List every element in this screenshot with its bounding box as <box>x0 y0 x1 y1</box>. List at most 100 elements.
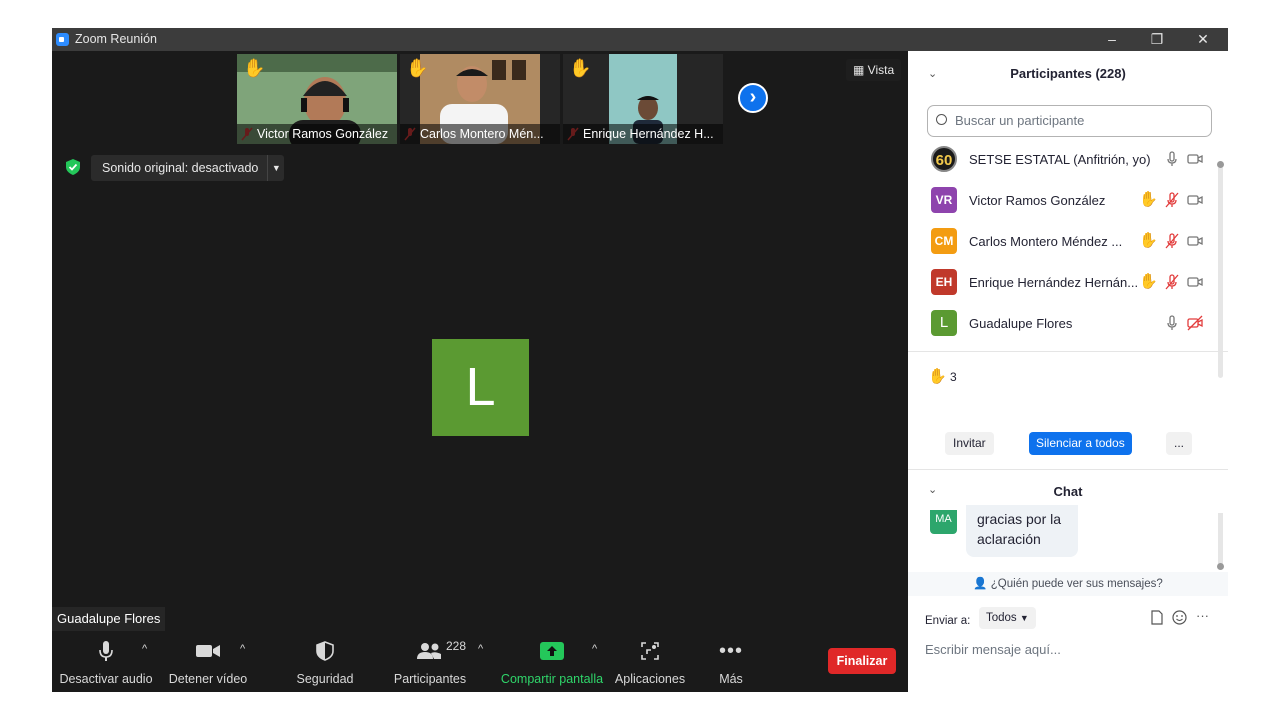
apps-label: Aplicaciones <box>614 672 686 686</box>
ellipsis-icon: ••• <box>718 639 743 662</box>
stop-video-button[interactable]: Detener vídeo <box>164 636 252 692</box>
thumbnail-name: Enrique Hernández H... <box>563 124 723 144</box>
original-sound-dropdown[interactable]: Sonido original: desactivado ▼ <box>91 155 285 181</box>
share-screen-icon <box>540 642 564 660</box>
file-icon[interactable] <box>1150 610 1164 625</box>
participants-caret-icon[interactable]: ^ <box>478 643 483 655</box>
participant-name: Victor Ramos González <box>969 193 1106 208</box>
participants-icon <box>417 643 441 659</box>
chat-scrollbar[interactable] <box>1217 513 1224 570</box>
security-shield-icon <box>316 641 334 661</box>
more-label: Más <box>719 672 743 686</box>
message-visibility-link[interactable]: 👤 ¿Quién puede ver sus mensajes? <box>908 572 1228 596</box>
participant-row[interactable]: EH Enrique Hernández Hernán... ✋ <box>908 262 1218 303</box>
participants-count: 228 <box>446 639 467 653</box>
video-thumbnail[interactable]: ✋ Carlos Montero Mén... <box>400 54 560 144</box>
participant-search-input[interactable]: Buscar un participante <box>927 105 1212 137</box>
original-sound-label[interactable]: Sonido original: desactivado <box>91 155 267 181</box>
raised-hand-icon: ✋ <box>406 58 429 78</box>
participant-name: Enrique Hernández Hernán... <box>969 275 1139 290</box>
next-page-arrow-button[interactable]: › <box>738 83 768 113</box>
more-options-button[interactable]: ... <box>1166 432 1193 455</box>
microphone-icon[interactable] <box>1164 315 1180 331</box>
video-camera-icon <box>196 645 220 657</box>
raised-hands-summary: ✋ 3 <box>928 367 957 385</box>
active-speaker-avatar: L <box>432 339 529 436</box>
muted-mic-icon[interactable] <box>1164 192 1180 208</box>
search-icon <box>936 114 947 125</box>
message-sender-avatar: MA <box>930 510 957 534</box>
participants-scrollbar[interactable] <box>1217 161 1224 378</box>
participant-row[interactable]: CM Carlos Montero Méndez ... ✋ <box>908 221 1218 262</box>
mute-all-button[interactable]: Silenciar a todos <box>1029 432 1132 455</box>
raised-hand-icon: ✋ <box>1139 191 1158 208</box>
microphone-icon[interactable] <box>1164 151 1180 167</box>
view-label: Vista <box>867 63 895 77</box>
participant-row[interactable]: L Guadalupe Flores <box>908 303 1218 344</box>
video-camera-icon[interactable] <box>1187 233 1203 249</box>
emoji-icon[interactable] <box>1172 610 1187 625</box>
window-title: Zoom Reunión <box>75 32 157 46</box>
apps-button[interactable]: Aplicaciones <box>612 636 688 692</box>
share-options-caret-icon[interactable]: ^ <box>592 643 597 655</box>
muted-mic-icon[interactable] <box>1164 233 1180 249</box>
microphone-icon <box>99 641 113 661</box>
more-button[interactable]: ••• Más <box>708 636 754 692</box>
participants-button[interactable]: 228 Participantes <box>390 636 470 692</box>
muted-mic-icon[interactable] <box>1164 274 1180 290</box>
mute-button[interactable]: Desactivar audio <box>58 636 154 692</box>
chevron-down-icon: ▼ <box>1019 613 1029 623</box>
maximize-button[interactable]: ❐ <box>1134 28 1180 51</box>
side-panel: ⌄ Participantes (228) Buscar un particip… <box>908 51 1228 692</box>
invite-button[interactable]: Invitar <box>945 432 994 455</box>
title-bar: Zoom Reunión – ❐ ✕ <box>52 28 1228 51</box>
video-thumbnail[interactable]: ✋ Victor Ramos González <box>237 54 397 144</box>
chat-title: Chat <box>1053 484 1083 499</box>
encryption-shield-icon[interactable] <box>66 159 80 175</box>
participant-name: Guadalupe Flores <box>969 316 1073 331</box>
raised-hand-icon: ✋ <box>928 368 947 385</box>
video-camera-icon[interactable] <box>1187 192 1203 208</box>
participant-avatar: CM <box>931 228 957 254</box>
send-to-label: Enviar a: <box>925 615 971 627</box>
zoom-logo-icon <box>56 33 69 46</box>
zoom-window: Zoom Reunión – ❐ ✕ ✋ Victor Ramos Gonzál… <box>52 28 1228 692</box>
video-camera-icon[interactable] <box>1187 151 1203 167</box>
video-options-caret-icon[interactable]: ^ <box>240 643 245 655</box>
minimize-button[interactable]: – <box>1089 28 1135 51</box>
participant-name: SETSE ESTATAL (Anfitrión, yo) <box>969 152 1151 167</box>
video-camera-icon[interactable] <box>1187 274 1203 290</box>
message-visibility-label: ¿Quién puede ver sus mensajes? <box>990 578 1163 590</box>
video-off-icon[interactable] <box>1187 315 1203 331</box>
video-thumbnail[interactable]: ✋ Enrique Hernández H... <box>563 54 723 144</box>
chat-more-icon[interactable]: ··· <box>1196 608 1209 623</box>
stop-video-label: Detener vídeo <box>168 672 248 686</box>
raised-hands-count: 3 <box>950 370 957 384</box>
divider <box>908 469 1228 470</box>
raised-hand-icon: ✋ <box>1139 232 1158 249</box>
thumbnail-name: Carlos Montero Mén... <box>400 124 560 144</box>
chat-message: gracias por la aclaración <box>966 505 1078 557</box>
apps-icon <box>641 642 659 660</box>
participants-label: Participantes <box>393 672 467 686</box>
audio-options-caret-icon[interactable]: ^ <box>142 643 147 655</box>
share-screen-label: Compartir pantalla <box>500 672 604 686</box>
share-screen-button[interactable]: Compartir pantalla <box>498 636 606 692</box>
participant-avatar: EH <box>931 269 957 295</box>
recipient-dropdown[interactable]: Todos ▼ <box>979 607 1036 629</box>
raised-hand-icon: ✋ <box>243 58 266 78</box>
participant-row[interactable]: 60 SETSE ESTATAL (Anfitrión, yo) <box>908 139 1218 180</box>
person-lock-icon: 👤 <box>973 578 988 590</box>
mute-label: Desactivar audio <box>59 672 153 686</box>
view-button[interactable]: ▦ Vista <box>846 59 902 81</box>
participants-list: 60 SETSE ESTATAL (Anfitrión, yo) VR Vict… <box>908 139 1228 349</box>
close-button[interactable]: ✕ <box>1180 28 1226 51</box>
participant-avatar: 60 <box>931 146 957 172</box>
security-button[interactable]: Seguridad <box>290 636 360 692</box>
chevron-down-icon[interactable]: ▼ <box>267 155 284 181</box>
active-speaker-name: Guadalupe Flores <box>52 607 166 631</box>
end-meeting-button[interactable]: Finalizar <box>828 648 896 674</box>
participant-row[interactable]: VR Victor Ramos González ✋ <box>908 180 1218 221</box>
meeting-toolbar: Desactivar audio ^ Detener vídeo ^ Segur… <box>52 636 908 692</box>
chat-compose-input[interactable]: Escribir mensaje aquí... <box>925 642 1061 657</box>
